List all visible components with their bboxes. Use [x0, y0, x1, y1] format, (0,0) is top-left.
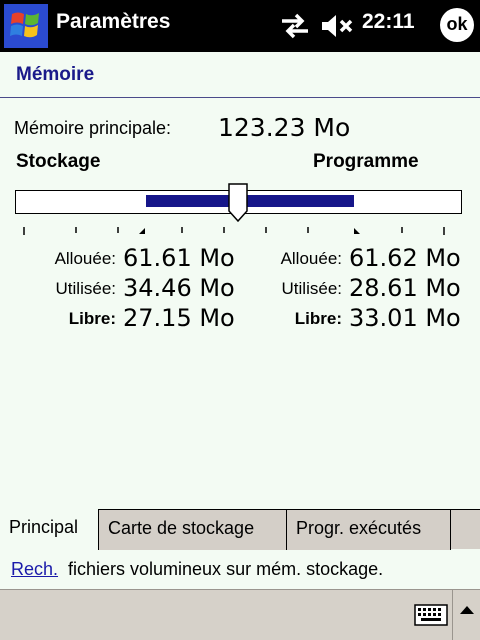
program-allocated-row: Allouée: [240, 244, 342, 274]
program-allocated-label: Allouée: [280, 249, 342, 268]
program-free-label: Libre: [294, 309, 342, 328]
windows-start-icon[interactable] [4, 4, 48, 48]
memory-slider-fill [146, 195, 354, 207]
storage-allocated-label: Allouée: [54, 249, 116, 268]
volume-muted-icon[interactable] [320, 12, 356, 40]
page-header: Mémoire [0, 52, 480, 98]
keyboard-icon[interactable] [414, 604, 448, 626]
storage-free-label: Libre: [68, 309, 116, 328]
sip-arrow-icon[interactable] [452, 590, 480, 640]
program-allocated-value: 61.62 Mo [349, 244, 461, 272]
storage-free-row: Libre: [14, 304, 116, 334]
tab-bar: Principal Carte de stockage Progr. exécu… [0, 509, 480, 550]
tab-principal[interactable]: Principal [0, 509, 99, 550]
tab-running-programs[interactable]: Progr. exécutés [287, 510, 451, 550]
program-free-value: 33.01 Mo [349, 304, 461, 332]
memory-slider-thumb[interactable] [228, 183, 248, 223]
storage-allocated-value: 61.61 Mo [123, 244, 235, 272]
sync-arrows-icon[interactable] [280, 12, 310, 40]
title-bar: Paramètres 22:11 ok [0, 0, 480, 52]
slider-ticks [15, 222, 462, 235]
footer-note: Rech. fichiers volumineux sur mém. stock… [0, 549, 480, 589]
tab-storage-card[interactable]: Carte de stockage [99, 510, 287, 550]
storage-used-row: Utilisée: [14, 274, 116, 304]
ok-button[interactable]: ok [440, 8, 474, 42]
storage-label: Stockage [16, 151, 101, 172]
program-used-value: 28.61 Mo [349, 274, 461, 302]
main-memory-label: Mémoire principale: [14, 118, 172, 138]
main-memory-value: 123.23 Mo [218, 113, 351, 142]
page-title: Mémoire [16, 64, 95, 85]
storage-free-value: 27.15 Mo [123, 304, 235, 332]
menu-bar [0, 589, 480, 640]
program-label: Programme [313, 151, 419, 172]
program-used-row: Utilisée: [240, 274, 342, 304]
footer-note-text: fichiers volumineux sur mém. stockage. [68, 559, 384, 579]
storage-used-value: 34.46 Mo [123, 274, 235, 302]
program-used-label: Utilisée: [281, 279, 342, 298]
clock[interactable]: 22:11 [362, 10, 415, 34]
app-title: Paramètres [56, 10, 171, 33]
search-link[interactable]: Rech. [11, 559, 58, 580]
storage-used-label: Utilisée: [55, 279, 116, 298]
storage-allocated-row: Allouée: [14, 244, 116, 274]
program-free-row: Libre: [240, 304, 342, 334]
